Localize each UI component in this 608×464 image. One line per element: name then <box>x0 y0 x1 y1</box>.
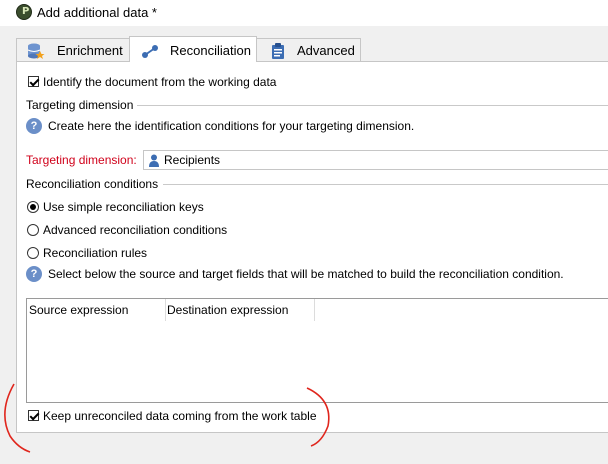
simple-keys-label: Use simple reconciliation keys <box>43 200 204 214</box>
targeting-dimension-label: Targeting dimension: <box>26 153 137 167</box>
user-icon <box>149 154 159 167</box>
column-header-destination[interactable]: Destination expression <box>165 299 315 321</box>
tab-reconciliation[interactable]: Reconciliation <box>129 36 257 62</box>
reconciliation-rules-radio[interactable] <box>27 247 39 259</box>
link-nodes-icon <box>142 45 158 58</box>
column-header-source[interactable]: Source expression <box>27 299 166 321</box>
targeting-dimension-section-title: Targeting dimension <box>26 98 134 112</box>
database-star-icon <box>27 43 45 59</box>
tab-enrichment-label: Enrichment <box>57 43 123 58</box>
reconciliation-fields-grid[interactable]: Source expression Destination expression <box>26 298 608 403</box>
section-divider <box>137 105 608 106</box>
help-icon: ? <box>26 118 42 134</box>
help-icon: ? <box>26 266 42 282</box>
targeting-dimension-value: Recipients <box>164 153 221 167</box>
reconciliation-conditions-section-title: Reconciliation conditions <box>26 177 159 191</box>
tab-enrichment[interactable]: Enrichment <box>16 38 130 61</box>
targeting-dimension-field[interactable]: Recipients <box>143 150 608 170</box>
tab-advanced[interactable]: Advanced <box>256 38 361 61</box>
identify-document-checkbox[interactable] <box>28 76 39 87</box>
fields-help-text: Select below the source and target field… <box>48 267 564 281</box>
tab-reconciliation-label: Reconciliation <box>170 43 251 58</box>
reconciliation-rules-label: Reconciliation rules <box>43 246 148 260</box>
clipboard-icon <box>272 43 284 59</box>
advanced-conditions-radio[interactable] <box>27 224 39 236</box>
identify-document-label: Identify the document from the working d… <box>43 75 277 89</box>
window-title: Add additional data * <box>37 5 157 20</box>
tab-advanced-label: Advanced <box>297 43 355 58</box>
section-divider <box>163 184 608 185</box>
keep-unreconciled-label: Keep unreconciled data coming from the w… <box>43 409 317 423</box>
simple-keys-radio[interactable] <box>27 201 39 213</box>
column-header-destination-label: Destination expression <box>167 303 289 317</box>
keep-unreconciled-checkbox[interactable] <box>28 410 39 421</box>
column-header-source-label: Source expression <box>29 303 129 317</box>
advanced-conditions-label: Advanced reconciliation conditions <box>43 223 228 237</box>
app-logo-icon: P <box>16 4 32 20</box>
targeting-help-text: Create here the identification condition… <box>48 119 415 133</box>
